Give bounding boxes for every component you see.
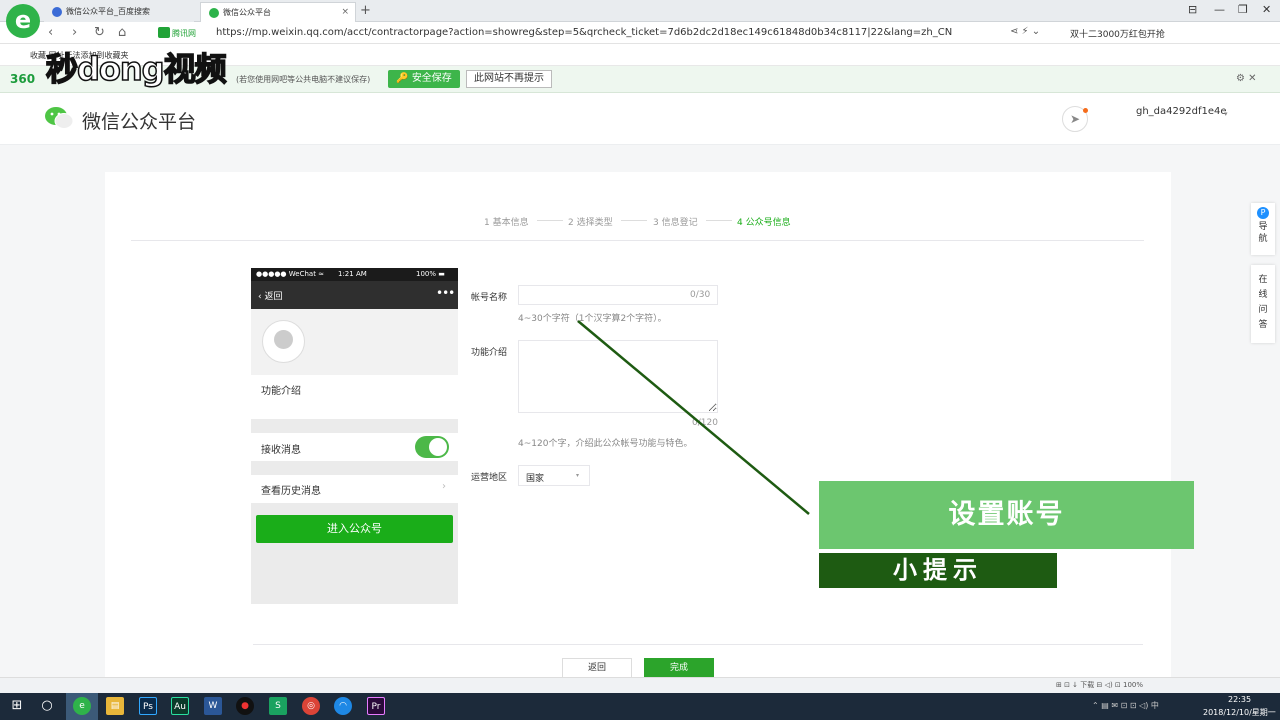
step-connector <box>706 220 732 221</box>
account-name-label: 帐号名称 <box>471 293 508 303</box>
paw-icon <box>52 7 62 17</box>
chrome-icon[interactable]: ◎ <box>302 697 320 715</box>
premiere-icon[interactable]: Pr <box>367 697 385 715</box>
skin-icon[interactable]: ⊟ <box>1188 3 1197 16</box>
region-select[interactable]: 国家 <box>518 465 590 486</box>
tutorial-title-banner: 设置账号 <box>819 481 1194 549</box>
more-icon: ••• <box>436 286 455 300</box>
site-title[interactable]: 微信公众平台 <box>82 107 196 134</box>
account-name[interactable]: gh_da4292df1e4e <box>1136 106 1227 117</box>
carrier-signal: ●●●●● WeChat ≈ <box>256 270 325 278</box>
secure-site-icon <box>158 27 170 38</box>
system-tray[interactable]: ⌃ ▤ ✉ ⊡ ⊡ ◁) 中 <box>1092 700 1159 711</box>
online-help-widget[interactable]: 在线问答 <box>1251 265 1275 343</box>
done-button[interactable]: 完成 <box>644 658 714 678</box>
word-icon[interactable]: W <box>204 697 222 715</box>
chevron-down-icon[interactable]: ▾ <box>576 472 579 479</box>
secure-site-label: 腾讯网 <box>172 29 196 38</box>
secure-save-button[interactable]: 🔑 安全保存 <box>388 70 460 88</box>
step-info-register: 3 信息登记 <box>653 218 698 228</box>
tab-label: 微信公众平台 <box>223 8 271 17</box>
step-basic-info: 1 基本信息 <box>484 218 529 228</box>
user-icon <box>274 330 293 349</box>
minimize-button[interactable]: — <box>1214 3 1225 16</box>
step-connector <box>537 220 563 221</box>
home-icon[interactable]: ⌂ <box>118 25 126 40</box>
save-label: 安全保存 <box>411 73 452 84</box>
browser-360-icon[interactable]: e <box>73 697 91 715</box>
help-widget-label: 在线问答 <box>1258 275 1268 330</box>
name-char-counter: 0/30 <box>690 290 711 300</box>
notice-text: (若您使用网吧等公共电脑不建议保存) <box>236 75 371 84</box>
chevron-down-icon[interactable]: ▾ <box>1224 110 1228 118</box>
no-remind-button[interactable]: 此网站不再提示 <box>466 70 552 88</box>
battery-indicator: 100% ▬ <box>416 270 445 278</box>
wechat-logo-icon <box>45 107 74 129</box>
divider <box>253 644 1143 645</box>
phone-history-label: 查看历史消息 <box>261 486 321 497</box>
key-icon: 🔑 <box>396 73 409 84</box>
maximize-button[interactable]: ❐ <box>1238 3 1248 16</box>
phone-enter-button: 进入公众号 <box>256 515 453 543</box>
toggle-knob <box>429 438 447 456</box>
audition-icon[interactable]: Au <box>171 697 189 715</box>
nav-widget-label: 导航 <box>1258 222 1268 244</box>
intro-label: 功能介绍 <box>471 348 508 358</box>
tab-baidu-search[interactable]: 微信公众平台_百度搜索 <box>44 2 194 22</box>
spreadsheet-icon[interactable]: S <box>269 697 287 715</box>
search-icon[interactable]: ○ <box>38 697 56 715</box>
clock-date[interactable]: 2018/12/10/星期一 <box>1203 707 1276 718</box>
back-icon[interactable]: ‹ <box>48 25 53 40</box>
wechat-icon <box>209 8 219 18</box>
nav-widget[interactable]: P 导航 <box>1251 203 1275 255</box>
name-hint: 4~30个字符（1个汉字算2个字符）。 <box>518 314 667 324</box>
divider <box>131 240 1144 241</box>
edge-icon[interactable]: ◠ <box>334 697 352 715</box>
photoshop-icon[interactable]: Ps <box>139 697 157 715</box>
browser-logo-icon: e <box>6 4 40 38</box>
back-button[interactable]: 返回 <box>562 658 632 678</box>
account-name-input[interactable] <box>518 285 718 305</box>
region-label: 运营地区 <box>471 473 508 483</box>
intro-char-counter: 0/120 <box>692 418 718 428</box>
phone-receive-label: 接收消息 <box>261 445 301 456</box>
phone-back-button: ‹ 返回 <box>258 292 283 302</box>
watermark-logo: 秒dong视频 <box>45 49 227 89</box>
close-window-button[interactable]: ✕ <box>1262 3 1271 16</box>
nav-badge-icon: P <box>1257 207 1269 219</box>
intro-textarea[interactable] <box>518 340 718 413</box>
url-field[interactable]: https://mp.weixin.qq.com/acct/contractor… <box>216 27 952 38</box>
brand-360-logo: 360 <box>10 72 36 86</box>
phone-intro-label: 功能介绍 <box>261 386 301 397</box>
file-explorer-icon[interactable]: ▤ <box>106 697 124 715</box>
new-tab-button[interactable]: + <box>360 3 371 18</box>
phone-time: 1:21 AM <box>338 270 367 278</box>
chevron-right-icon: › <box>442 481 446 492</box>
step-select-type: 2 选择类型 <box>568 218 613 228</box>
step-connector <box>621 220 647 221</box>
intro-hint: 4~120个字，介绍此公众帐号功能与特色。 <box>518 439 693 449</box>
search-suggestion[interactable]: 双十二3000万红包开抢 <box>1070 27 1165 40</box>
forward-icon[interactable]: › <box>72 25 77 40</box>
taskbar <box>0 693 1280 720</box>
tab-label: 微信公众平台_百度搜索 <box>66 7 150 16</box>
close-tab-icon[interactable]: × <box>341 7 349 17</box>
status-tools[interactable]: ⊞ ⊡ ↓ 下载 ⊟ ◁) ⊡ 100% <box>1056 680 1143 690</box>
refresh-icon[interactable]: ↻ <box>94 25 105 40</box>
recorder-icon[interactable]: ● <box>236 697 254 715</box>
tab-wechat-platform[interactable]: 微信公众平台 × <box>200 2 356 22</box>
address-tools[interactable]: ⋖ ⚡ ⌄ <box>1010 26 1040 37</box>
notice-actions[interactable]: ⚙ ✕ <box>1236 73 1257 84</box>
step-account-info: 4 公众号信息 <box>737 218 791 228</box>
tutorial-subtitle-banner: 小提示 <box>819 553 1057 588</box>
clock-time[interactable]: 22:35 <box>1228 695 1251 704</box>
windows-start-icon[interactable]: ⊞ <box>8 697 26 715</box>
unread-dot <box>1083 108 1088 113</box>
